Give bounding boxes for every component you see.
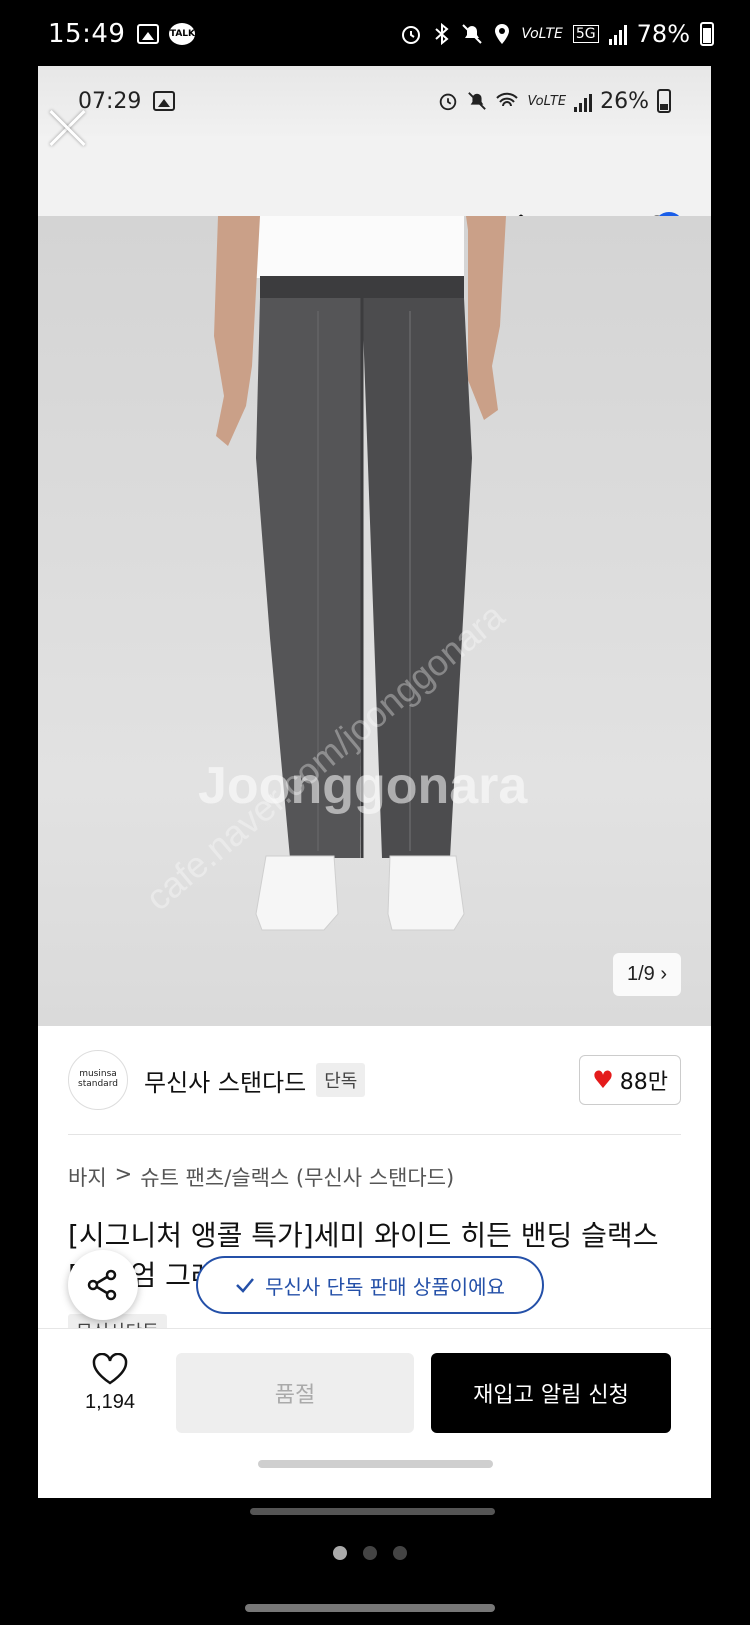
outer-battery-percent: 78%	[636, 20, 690, 48]
breadcrumb-category[interactable]: 바지	[68, 1162, 107, 1192]
image-counter[interactable]: 1/9 ›	[612, 953, 681, 996]
alarm-icon	[402, 26, 421, 44]
outer-gesture-bar[interactable]	[250, 1508, 495, 1515]
battery-icon	[657, 89, 671, 113]
exclusive-toast: 무신사 단독 판매 상품이에요	[196, 1256, 544, 1314]
brand-like-button[interactable]: ♥ 88만	[579, 1055, 681, 1105]
page-dot[interactable]	[363, 1546, 377, 1560]
product-image[interactable]: Joonggonara cafe.naver.com/joonggonara 1…	[38, 216, 711, 1026]
home-indicator[interactable]	[245, 1604, 495, 1612]
brand-like-count: 88만	[619, 1070, 668, 1095]
wifi-icon	[496, 92, 519, 107]
toast-text: 무신사 단독 판매 상품이에요	[265, 1274, 505, 1299]
kakaotalk-notification-icon: TALK	[169, 23, 196, 45]
inner-battery-percent: 26%	[600, 88, 649, 114]
close-icon[interactable]	[44, 102, 94, 152]
soldout-button[interactable]: 품절	[176, 1353, 414, 1433]
wishlist-count: 1,194	[84, 1391, 136, 1413]
brand-logo[interactable]: musinsa standard	[68, 1050, 128, 1110]
gallery-notification-icon	[137, 24, 160, 44]
purchase-bar: 1,194 품절 재입고 알림 신청	[38, 1328, 711, 1446]
signal-icon	[608, 23, 627, 45]
mute-icon	[468, 92, 487, 110]
share-button[interactable]	[68, 1250, 138, 1320]
mute-icon	[462, 24, 483, 44]
network-type: 5G	[572, 25, 599, 43]
outer-clock: 15:49	[48, 19, 126, 49]
brand-name[interactable]: 무신사 스탠다드	[144, 1063, 306, 1098]
breadcrumb: 바지 > 슈트 팬츠/슬랙스 (무신사 스탠다드)	[68, 1162, 454, 1192]
signal-icon	[574, 90, 593, 112]
wishlist-button[interactable]: 1,194	[80, 1352, 140, 1414]
breadcrumb-subcategory[interactable]: 슈트 팬츠/슬랙스 (무신사 스탠다드)	[140, 1162, 454, 1192]
volte-icon: VoLTE	[521, 26, 563, 42]
divider	[68, 1134, 681, 1135]
heart-icon: ♥	[592, 1066, 614, 1094]
gallery-notification-icon	[153, 91, 176, 111]
battery-icon	[700, 22, 714, 46]
check-icon	[236, 1278, 255, 1293]
location-icon	[495, 24, 510, 44]
restock-alert-button[interactable]: 재입고 알림 신청	[431, 1353, 671, 1433]
volte-icon: VoLTE	[527, 93, 567, 109]
screenshot-frame: 07:29 VoLTE 26% 5	[38, 66, 711, 1498]
page-dot[interactable]	[333, 1546, 347, 1560]
brand-row: musinsa standard 무신사 스탠다드 단독 ♥ 88만	[38, 1026, 711, 1134]
page-dot[interactable]	[393, 1546, 407, 1560]
bluetooth-icon	[435, 22, 449, 46]
pants-illustration	[214, 216, 506, 931]
page-indicator	[333, 1546, 407, 1560]
exclusive-tag: 단독	[316, 1063, 366, 1097]
inner-status-bar: 07:29 VoLTE 26%	[38, 66, 711, 136]
alarm-icon	[440, 93, 457, 111]
share-icon	[87, 1269, 117, 1301]
gesture-pill[interactable]	[258, 1460, 493, 1468]
outer-status-bar: 15:49 TALK VoLTE 5G 78%	[0, 0, 750, 68]
inner-gesture-bar	[38, 1446, 711, 1498]
chevron-right-icon: ›	[660, 963, 667, 985]
heart-outline-icon	[92, 1352, 128, 1385]
breadcrumb-separator: >	[114, 1162, 133, 1186]
